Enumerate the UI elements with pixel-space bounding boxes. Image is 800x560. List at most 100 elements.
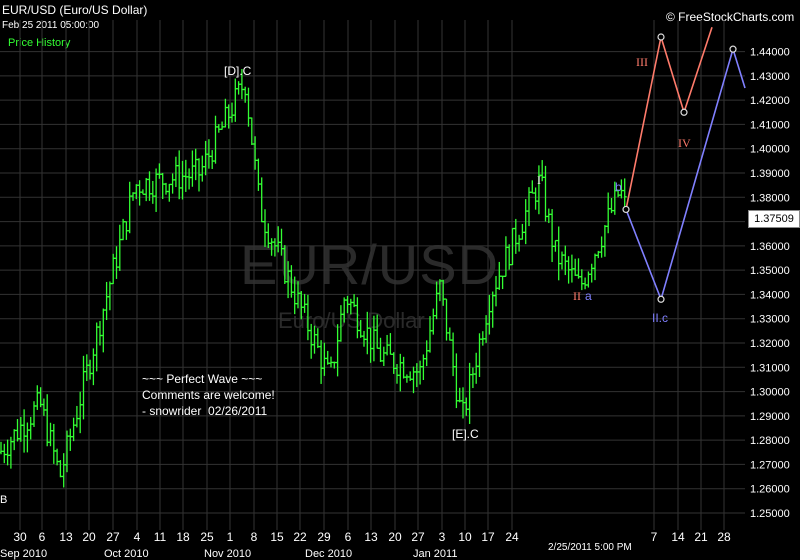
price-bar xyxy=(32,401,36,427)
price-bar xyxy=(606,192,611,234)
price-bar xyxy=(220,121,225,130)
wave-label-iii: III xyxy=(636,55,648,69)
price-bar xyxy=(517,234,522,252)
price-bar xyxy=(437,279,442,302)
price-bar xyxy=(563,245,568,276)
y-axis: 1.25000 1.26000 1.27000 1.28000 1.29000 1.300… xyxy=(750,47,790,520)
y-tick-label: 1.44000 xyxy=(750,47,790,59)
price-bar xyxy=(190,150,195,187)
price-bar xyxy=(223,98,228,128)
x-tick-label: 18 xyxy=(176,530,190,544)
price-bar xyxy=(94,322,99,372)
x-tick-label: 30 xyxy=(13,530,27,544)
y-tick-label: 1.33000 xyxy=(750,314,790,326)
y-tick-label: 1.26000 xyxy=(750,484,790,496)
projection-down-path xyxy=(625,46,746,302)
price-bar xyxy=(583,277,588,290)
price-bar xyxy=(302,293,307,313)
price-bar xyxy=(338,305,343,342)
price-bar xyxy=(550,209,555,263)
price-bar xyxy=(107,281,112,311)
price-chart: 1.25000 1.26000 1.27000 1.28000 1.29000 1.300… xyxy=(0,20,790,560)
y-tick-label: 1.30000 xyxy=(750,387,790,399)
x-tick-label: 7 xyxy=(651,530,658,544)
y-tick-label: 1.34000 xyxy=(750,289,790,301)
price-bar xyxy=(269,238,274,256)
price-bar xyxy=(424,340,429,367)
price-bar xyxy=(527,187,531,227)
price-bar xyxy=(98,320,102,346)
x-tick-label: 14 xyxy=(671,530,685,544)
price-bar xyxy=(279,228,284,256)
projection-node xyxy=(657,295,665,303)
price-bar xyxy=(490,291,495,328)
x-tick-label: 10 xyxy=(458,530,472,544)
y-tick-label: 1.35000 xyxy=(750,265,790,277)
y-tick-label: 1.38000 xyxy=(750,192,790,204)
price-bar xyxy=(25,422,30,453)
projection-node xyxy=(729,45,737,53)
price-bar xyxy=(602,225,607,257)
price-bar xyxy=(187,168,192,190)
price-bar xyxy=(104,281,109,321)
x-tick-label: 1 xyxy=(227,530,234,544)
price-bars xyxy=(0,69,627,488)
price-bar xyxy=(210,150,215,169)
price-bar xyxy=(431,308,436,335)
x-tick-label: 28 xyxy=(717,530,731,544)
price-bar xyxy=(45,394,50,447)
price-bar xyxy=(140,189,145,195)
price-bar xyxy=(418,360,423,385)
wave-label-ii-c: II.c xyxy=(652,311,669,325)
price-bar xyxy=(388,333,393,355)
price-bar xyxy=(451,332,456,377)
x-tick-label: 3 xyxy=(439,530,446,544)
price-bar xyxy=(173,156,178,188)
price-bar xyxy=(579,269,584,291)
x-tick-label: 29 xyxy=(317,530,331,544)
price-bar xyxy=(213,115,218,164)
price-bar xyxy=(164,182,168,195)
price-bar xyxy=(167,183,172,202)
price-bar xyxy=(137,180,142,206)
price-bar xyxy=(246,87,251,127)
price-bar xyxy=(454,353,459,409)
y-tick-label: 1.39000 xyxy=(750,168,790,180)
price-bar xyxy=(348,298,353,315)
wave-label-i: I xyxy=(537,173,541,187)
price-bar xyxy=(48,422,53,447)
price-bar xyxy=(114,246,119,279)
price-bar xyxy=(434,281,439,320)
price-bar xyxy=(177,150,182,200)
x-tick-label: 25 xyxy=(200,530,214,544)
price-bar xyxy=(398,353,403,392)
y-tick-label: 1.32000 xyxy=(750,338,790,350)
price-bar xyxy=(71,417,76,442)
x-tick-label: 22 xyxy=(293,530,307,544)
wave-label-a: a xyxy=(585,289,592,303)
price-bar xyxy=(266,223,271,249)
price-bar xyxy=(470,367,475,389)
price-bar xyxy=(170,173,175,194)
price-bar xyxy=(381,346,386,366)
price-bar xyxy=(263,209,267,247)
price-bar xyxy=(467,362,472,424)
price-bar xyxy=(305,294,310,341)
x-tick-label: 8 xyxy=(251,530,258,544)
projection-start-node xyxy=(622,205,630,214)
price-bar xyxy=(556,226,561,281)
price-bar xyxy=(193,148,198,181)
price-bar xyxy=(5,439,10,466)
price-bar xyxy=(2,443,7,464)
x-tick-label: 13 xyxy=(59,530,73,544)
price-bar xyxy=(573,258,578,276)
y-tick-label: 1.28000 xyxy=(750,435,790,447)
x-tick-label: 27 xyxy=(411,530,425,544)
price-bar xyxy=(494,276,498,307)
wave-label-b-left: B xyxy=(0,494,8,506)
month-label: Sep 2010 xyxy=(0,548,47,560)
price-bar xyxy=(315,328,320,349)
price-bar xyxy=(510,227,515,266)
price-bar xyxy=(368,327,373,363)
price-bar xyxy=(28,416,33,440)
